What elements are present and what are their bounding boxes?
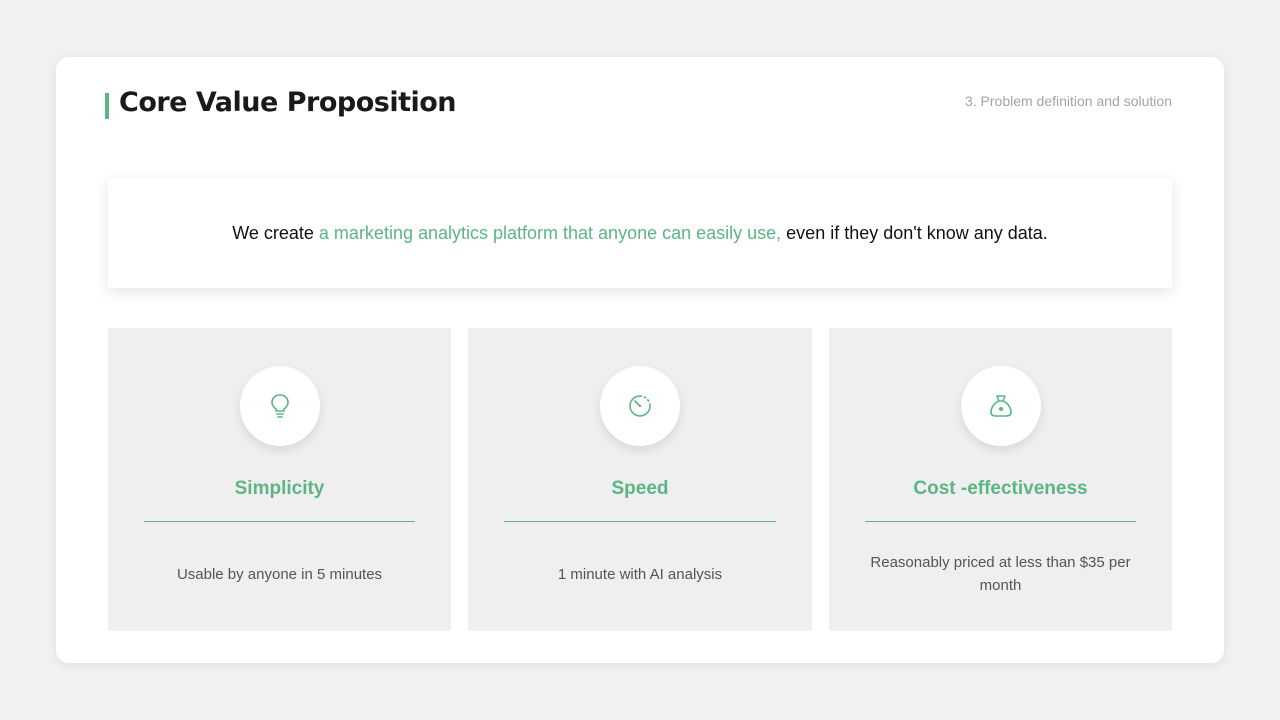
feature-divider <box>144 521 415 522</box>
feature-divider <box>504 521 776 522</box>
stopwatch-icon <box>629 395 651 417</box>
feature-description: 1 minute with AI analysis <box>557 565 723 583</box>
value-statement-box: We create a marketing analytics platform… <box>108 178 1172 288</box>
feature-card-cost-effectiveness: Cost -effectiveness Reasonably priced at… <box>829 328 1172 631</box>
statement-prefix: We create <box>232 222 319 243</box>
feature-title: Speed <box>611 478 669 499</box>
feature-title: Cost -effectiveness <box>913 478 1088 499</box>
feature-divider <box>865 521 1136 522</box>
slide-card: Core Value Proposition 3. Problem defini… <box>56 57 1224 663</box>
statement-highlight: a marketing analytics platform that anyo… <box>318 222 782 243</box>
feature-card-speed: Speed 1 minute with AI analysis <box>468 328 812 631</box>
statement-suffix: even if they don't know any data. <box>781 222 1048 243</box>
page-title: Core Value Proposition <box>119 87 457 118</box>
feature-card-simplicity: Simplicity Usable by anyone in 5 minutes <box>108 328 451 631</box>
feature-title: Simplicity <box>234 478 325 499</box>
title-accent-bar <box>105 93 109 119</box>
feature-cards: Simplicity Usable by anyone in 5 minutes… <box>108 328 1172 631</box>
feature-description: Reasonably priced at less than $35 per m… <box>870 554 1131 594</box>
lightbulb-icon <box>270 394 289 418</box>
feature-description: Usable by anyone in 5 minutes <box>176 565 383 583</box>
icon-circle <box>600 366 680 446</box>
money-bag-icon <box>989 395 1012 417</box>
value-statement: We create a marketing analytics platform… <box>232 223 1048 244</box>
icon-circle <box>960 366 1041 446</box>
section-label: 3. Problem definition and solution <box>964 93 1172 109</box>
icon-circle <box>239 366 320 446</box>
